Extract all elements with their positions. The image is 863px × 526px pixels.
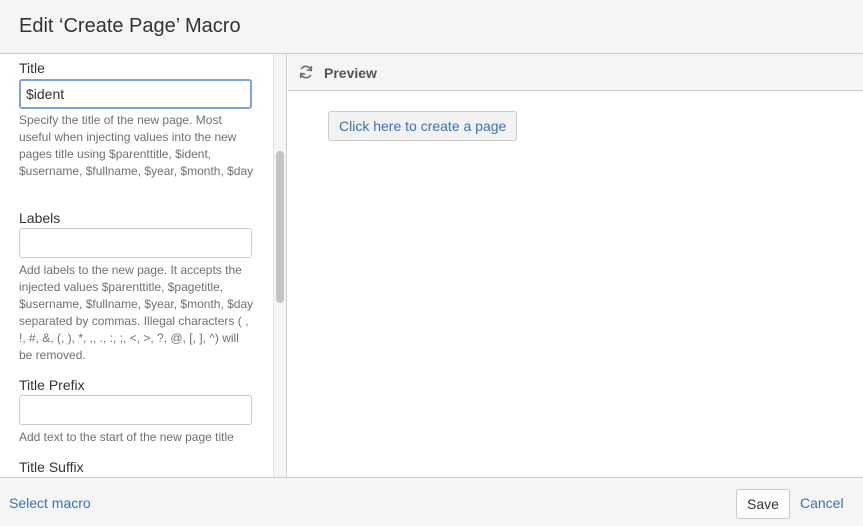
title-description: Specify the title of the new page. Most … [19,113,254,178]
save-button[interactable]: Save [736,489,790,519]
scrollbar-thumb[interactable] [276,151,284,303]
macro-parameters-panel: Title Specify the title of the new page.… [0,54,287,477]
title-prefix-label: Title Prefix [19,377,85,393]
cancel-link[interactable]: Cancel [800,495,844,511]
labels-description: Add labels to the new page. It accepts t… [19,263,254,362]
labels-label: Labels [19,210,61,226]
title-suffix-label: Title Suffix [19,459,84,475]
dialog-title: Edit ‘Create Page’ Macro [19,15,241,37]
refresh-icon[interactable] [298,64,314,80]
dialog-header: Edit ‘Create Page’ Macro [0,0,863,54]
select-macro-link[interactable]: Select macro [9,495,91,511]
title-input[interactable] [19,79,252,109]
preview-header: Preview [288,54,863,91]
title-label: Title [19,60,45,76]
preview-label: Preview [324,65,377,81]
dialog-footer: Select macro Save Cancel [0,477,863,526]
preview-panel: Preview Click here to create a page [288,54,863,477]
title-prefix-input[interactable] [19,395,252,425]
labels-input[interactable] [19,228,252,258]
title-prefix-description: Add text to the start of the new page ti… [19,430,234,444]
create-page-button[interactable]: Click here to create a page [328,111,518,141]
